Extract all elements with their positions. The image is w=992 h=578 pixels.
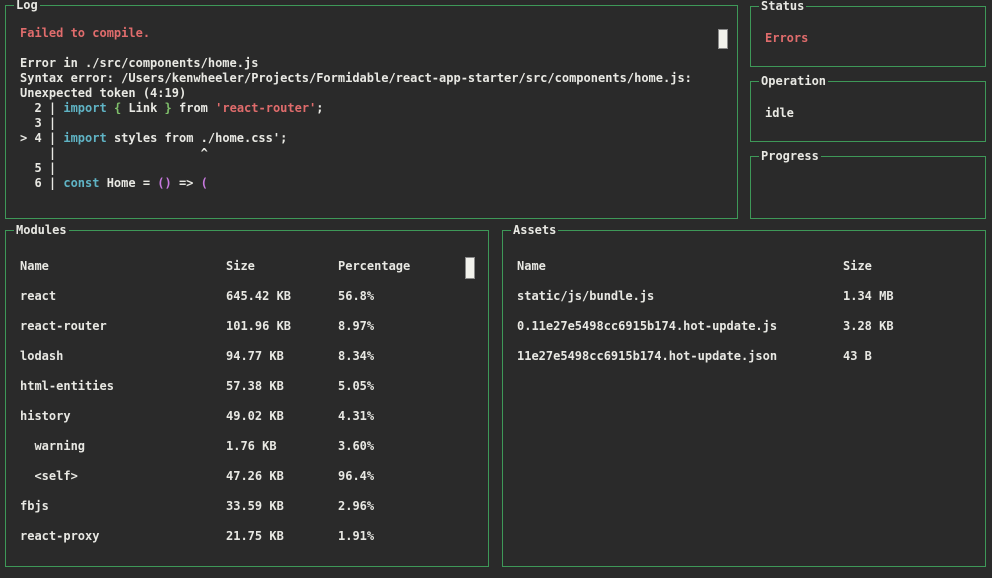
table-cell: 47.26 KB [226, 461, 338, 491]
table-header-row: NameSizePercentage [20, 251, 478, 281]
table-cell: 2.96% [338, 491, 478, 521]
table-row: static/js/bundle.js1.34 MB [517, 281, 975, 311]
assets-table: NameSizestatic/js/bundle.js1.34 MB0.11e2… [517, 251, 975, 371]
panel-status-title: Status [759, 0, 806, 14]
table-cell: 1.76 KB [226, 431, 338, 461]
table-cell: 49.02 KB [226, 401, 338, 431]
table-cell: react-router [20, 311, 226, 341]
panel-status: Status Errors [750, 6, 986, 67]
log-line: Error in ./src/components/home.js [20, 56, 713, 71]
table-cell: 57.38 KB [226, 371, 338, 401]
log-line: 6 | const Home = () => ( [20, 176, 713, 191]
table-cell: 21.75 KB [226, 521, 338, 551]
table-cell: Size [843, 251, 975, 281]
log-line: 5 | [20, 161, 713, 176]
table-row: <self>47.26 KB96.4% [20, 461, 478, 491]
table-cell: Percentage [338, 251, 478, 281]
table-cell: 11e27e5498cc6915b174.hot-update.json [517, 341, 843, 371]
table-cell: 33.59 KB [226, 491, 338, 521]
log-line: > 4 | import styles from ./home.css'; [20, 131, 713, 146]
table-cell: 1.34 MB [843, 281, 975, 311]
log-line: Failed to compile. [20, 26, 713, 41]
table-cell: 5.05% [338, 371, 478, 401]
status-value: Errors [765, 31, 808, 46]
table-row: react-router101.96 KB8.97% [20, 311, 478, 341]
modules-table: NameSizePercentagereact645.42 KB56.8%rea… [20, 251, 478, 551]
table-cell: 3.60% [338, 431, 478, 461]
table-cell: warning [20, 431, 226, 461]
modules-scrollbar-thumb[interactable] [465, 257, 475, 279]
table-cell: 101.96 KB [226, 311, 338, 341]
panel-log-title: Log [14, 0, 40, 13]
panel-progress: Progress [750, 156, 986, 219]
table-cell: react [20, 281, 226, 311]
log-output: Failed to compile. Error in ./src/compon… [20, 26, 713, 191]
table-cell: Size [226, 251, 338, 281]
table-cell: html-entities [20, 371, 226, 401]
table-cell: 645.42 KB [226, 281, 338, 311]
panel-operation: Operation idle [750, 81, 986, 142]
operation-value: idle [765, 106, 794, 121]
table-cell: 94.77 KB [226, 341, 338, 371]
table-cell: 3.28 KB [843, 311, 975, 341]
table-cell: 0.11e27e5498cc6915b174.hot-update.js [517, 311, 843, 341]
log-line: | ^ [20, 146, 713, 161]
table-cell: 56.8% [338, 281, 478, 311]
table-cell: react-proxy [20, 521, 226, 551]
table-cell: 8.34% [338, 341, 478, 371]
log-line [20, 41, 713, 56]
table-row: 0.11e27e5498cc6915b174.hot-update.js3.28… [517, 311, 975, 341]
table-row: html-entities57.38 KB5.05% [20, 371, 478, 401]
table-row: history49.02 KB4.31% [20, 401, 478, 431]
log-scrollbar-thumb[interactable] [718, 29, 728, 49]
panel-log: Log Failed to compile. Error in ./src/co… [5, 5, 738, 219]
table-cell: history [20, 401, 226, 431]
panel-progress-title: Progress [759, 149, 821, 164]
table-cell: 1.91% [338, 521, 478, 551]
table-cell: fbjs [20, 491, 226, 521]
table-row: react-proxy21.75 KB1.91% [20, 521, 478, 551]
table-row: react645.42 KB56.8% [20, 281, 478, 311]
table-cell: 43 B [843, 341, 975, 371]
log-line: Syntax error: /Users/kenwheeler/Projects… [20, 71, 713, 86]
table-row: lodash94.77 KB8.34% [20, 341, 478, 371]
table-cell: 96.4% [338, 461, 478, 491]
terminal-dashboard: { "colors": { "bg": "#2a2a2a", "border":… [0, 0, 992, 578]
table-cell: 8.97% [338, 311, 478, 341]
table-row: 11e27e5498cc6915b174.hot-update.json43 B [517, 341, 975, 371]
log-line: 2 | import { Link } from 'react-router'; [20, 101, 713, 116]
panel-assets-title: Assets [511, 223, 558, 238]
table-cell: Name [20, 251, 226, 281]
table-cell: Name [517, 251, 843, 281]
panel-modules: Modules NameSizePercentagereact645.42 KB… [5, 230, 489, 567]
log-line: Unexpected token (4:19) [20, 86, 713, 101]
table-cell: static/js/bundle.js [517, 281, 843, 311]
panel-assets: Assets NameSizestatic/js/bundle.js1.34 M… [502, 230, 986, 567]
panel-operation-title: Operation [759, 74, 828, 89]
table-row: fbjs33.59 KB2.96% [20, 491, 478, 521]
table-cell: 4.31% [338, 401, 478, 431]
table-cell: lodash [20, 341, 226, 371]
table-header-row: NameSize [517, 251, 975, 281]
panel-modules-title: Modules [14, 223, 69, 238]
log-line: 3 | [20, 116, 713, 131]
table-row: warning1.76 KB3.60% [20, 431, 478, 461]
table-cell: <self> [20, 461, 226, 491]
